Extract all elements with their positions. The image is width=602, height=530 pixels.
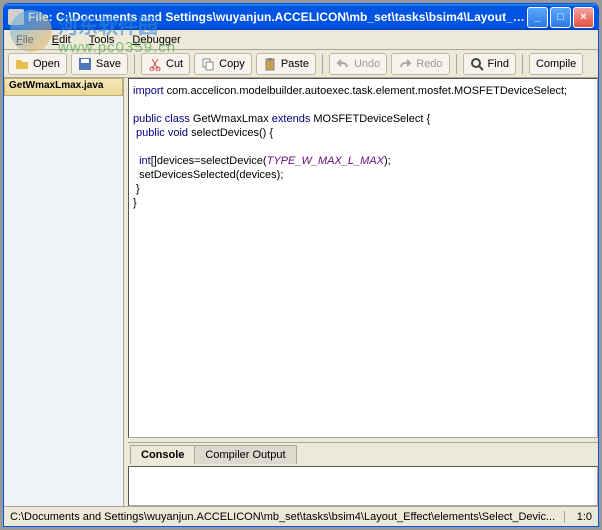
copy-button[interactable]: Copy <box>194 53 252 75</box>
app-window: File: C:\Documents and Settings\wuyanjun… <box>3 3 599 527</box>
open-label: Open <box>33 58 60 70</box>
code-text: []devices=selectDevice( <box>151 155 267 167</box>
keyword-extends: extends <box>269 113 311 125</box>
tab-compiler-output[interactable]: Compiler Output <box>194 445 296 464</box>
toolbar-separator <box>322 54 323 74</box>
keyword-public: public <box>133 127 165 139</box>
find-label: Find <box>488 58 509 70</box>
code-text: } <box>133 197 137 209</box>
redo-button[interactable]: Redo <box>391 53 449 75</box>
toolbar: Open Save Cut Copy Paste Undo Redo <box>4 50 598 78</box>
redo-icon <box>398 57 412 71</box>
app-icon <box>8 9 24 25</box>
menu-tools[interactable]: Tools <box>81 32 123 48</box>
constant: TYPE_W_MAX_L_MAX <box>267 155 384 167</box>
compile-button[interactable]: Compile <box>529 53 583 75</box>
cut-button[interactable]: Cut <box>141 53 190 75</box>
find-button[interactable]: Find <box>463 53 516 75</box>
undo-label: Undo <box>354 58 380 70</box>
undo-button[interactable]: Undo <box>329 53 387 75</box>
main-area: GetWmaxLmax.java import com.accelicon.mo… <box>4 78 598 506</box>
find-icon <box>470 57 484 71</box>
status-path: C:\Documents and Settings\wuyanjun.ACCEL… <box>10 511 564 523</box>
paste-button[interactable]: Paste <box>256 53 316 75</box>
file-tab[interactable]: GetWmaxLmax.java <box>4 78 123 96</box>
close-button[interactable]: × <box>573 7 594 28</box>
keyword-void: void <box>165 127 188 139</box>
tree-area[interactable] <box>4 96 123 506</box>
toolbar-separator <box>456 54 457 74</box>
class-name: GetWmaxLmax <box>190 113 269 125</box>
maximize-button[interactable]: □ <box>550 7 571 28</box>
menu-edit[interactable]: Edit <box>44 32 79 48</box>
window-buttons: _ □ × <box>527 7 594 28</box>
save-label: Save <box>96 58 121 70</box>
window-title: File: C:\Documents and Settings\wuyanjun… <box>28 10 527 24</box>
code-editor[interactable]: import com.accelicon.modelbuilder.autoex… <box>128 78 598 438</box>
paste-label: Paste <box>281 58 309 70</box>
undo-icon <box>336 57 350 71</box>
open-icon <box>15 57 29 71</box>
save-button[interactable]: Save <box>71 53 128 75</box>
file-tree-panel: GetWmaxLmax.java <box>4 78 124 506</box>
keyword-import: import <box>133 85 164 97</box>
cut-icon <box>148 57 162 71</box>
cut-label: Cut <box>166 58 183 70</box>
compile-label: Compile <box>536 58 576 70</box>
minimize-button[interactable]: _ <box>527 7 548 28</box>
redo-label: Redo <box>416 58 442 70</box>
code-text: ); <box>384 155 391 167</box>
cursor-position: 1:0 <box>564 511 592 523</box>
code-text: com.accelicon.modelbuilder.autoexec.task… <box>164 85 568 97</box>
menubar: File Edit Tools Debugger <box>4 30 598 50</box>
titlebar[interactable]: File: C:\Documents and Settings\wuyanjun… <box>4 4 598 30</box>
save-icon <box>78 57 92 71</box>
toolbar-separator <box>134 54 135 74</box>
menu-debugger[interactable]: Debugger <box>124 32 188 48</box>
editor-panel: import com.accelicon.modelbuilder.autoex… <box>128 78 598 506</box>
menu-file[interactable]: File <box>8 32 42 48</box>
console-area[interactable] <box>128 466 598 506</box>
code-text: } <box>133 183 140 195</box>
tab-console[interactable]: Console <box>130 445 195 464</box>
code-text: setDevicesSelected(devices); <box>133 169 283 181</box>
copy-icon <box>201 57 215 71</box>
bottom-tabs: Console Compiler Output <box>128 442 598 466</box>
super-name: MOSFETDeviceSelect { <box>310 113 430 125</box>
method-name: selectDevices() { <box>188 127 273 139</box>
statusbar: C:\Documents and Settings\wuyanjun.ACCEL… <box>4 506 598 526</box>
open-button[interactable]: Open <box>8 53 67 75</box>
keyword-int: int <box>133 155 151 167</box>
keyword-public: public <box>133 113 162 125</box>
toolbar-separator <box>522 54 523 74</box>
paste-icon <box>263 57 277 71</box>
keyword-class: class <box>162 113 190 125</box>
copy-label: Copy <box>219 58 245 70</box>
